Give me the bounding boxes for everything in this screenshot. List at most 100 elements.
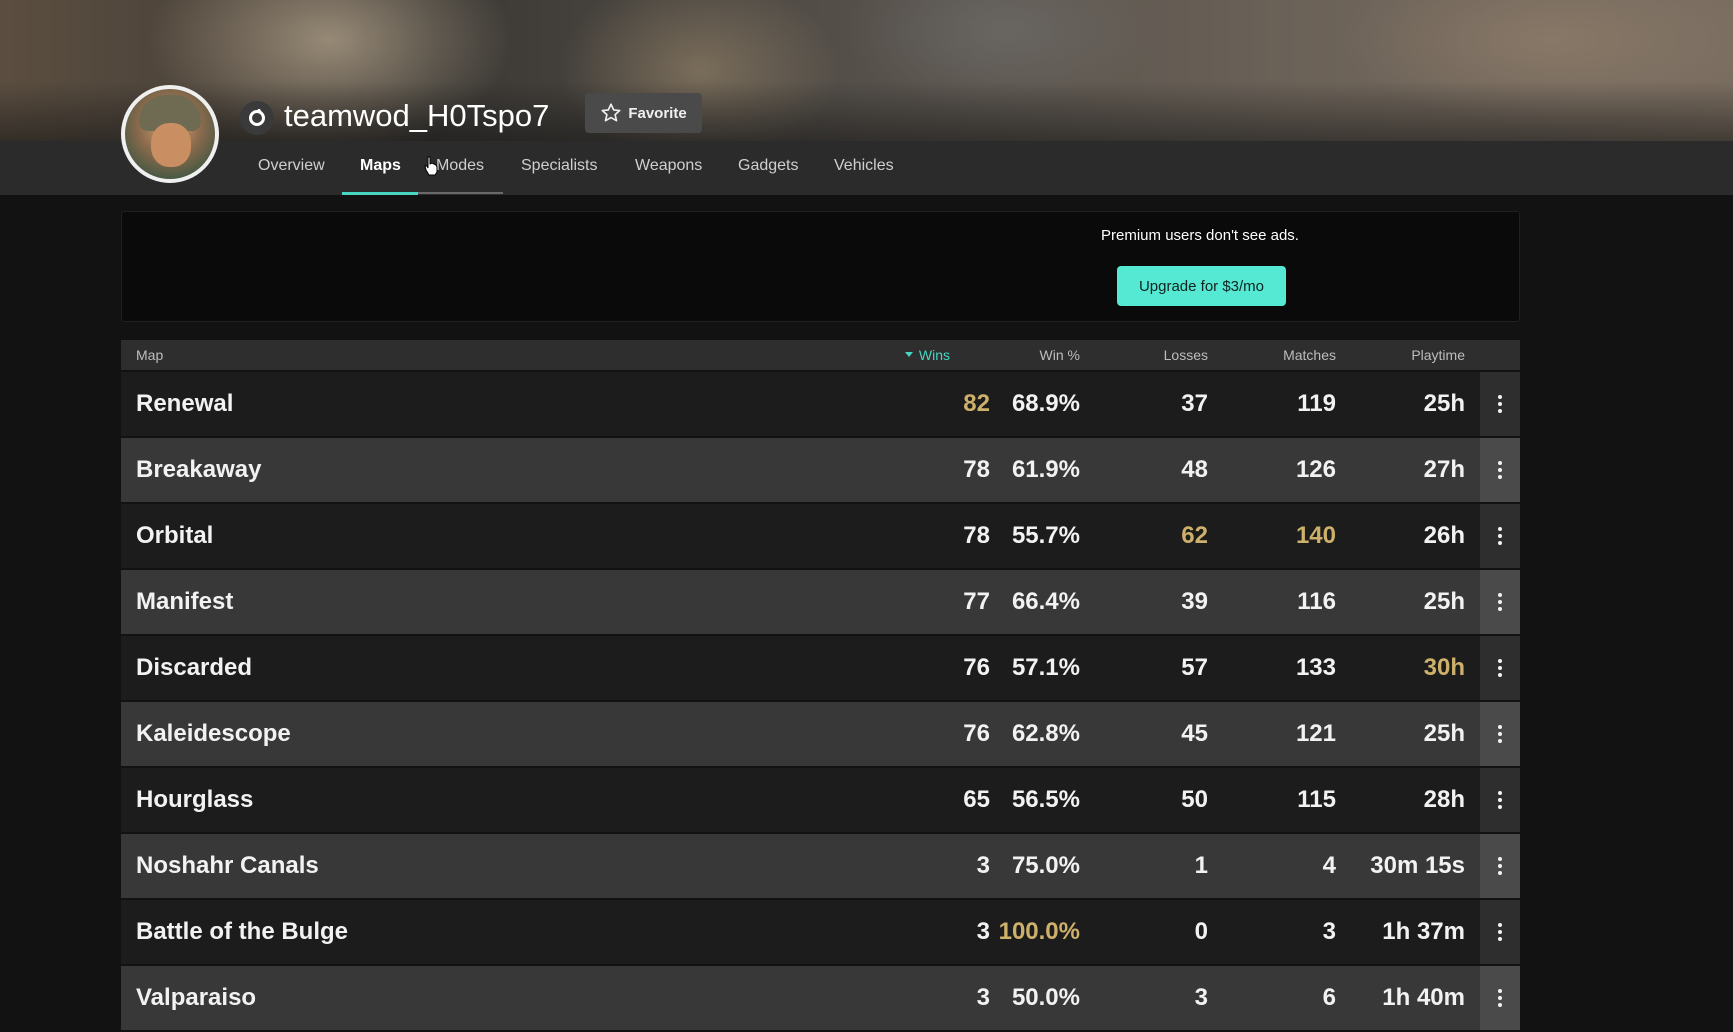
- table-row[interactable]: Orbital 78 55.7% 62 140 26h: [121, 504, 1520, 568]
- cell-playtime: 27h: [1423, 456, 1465, 483]
- cell-matches: 115: [1297, 786, 1336, 813]
- cell-losses: 37: [1181, 390, 1208, 417]
- dot: [1498, 468, 1502, 472]
- avatar: [121, 85, 219, 183]
- column-header-wins[interactable]: Wins: [904, 340, 950, 370]
- cell-wins: 76: [963, 654, 990, 681]
- column-header-playtime[interactable]: Playtime: [1411, 340, 1465, 370]
- dot: [1498, 805, 1502, 809]
- table-row[interactable]: Discarded 76 57.1% 57 133 30h: [121, 636, 1520, 700]
- cell-win-pct: 68.9%: [1011, 390, 1080, 417]
- cell-losses: 48: [1181, 456, 1208, 483]
- map-name: Hourglass: [136, 786, 254, 813]
- origin-icon: [240, 101, 274, 135]
- dot: [1498, 673, 1502, 677]
- table-row[interactable]: Noshahr Canals 3 75.0% 1 4 30m 15s: [121, 834, 1520, 898]
- more-vertical-icon: [1498, 791, 1502, 809]
- row-menu-button[interactable]: [1480, 900, 1520, 964]
- row-menu-button[interactable]: [1480, 570, 1520, 634]
- dot: [1498, 1003, 1502, 1007]
- dot: [1498, 395, 1502, 399]
- table-header: Map Wins Win % Losses Matches Playtime: [121, 340, 1520, 370]
- tab-specialists[interactable]: Specialists: [521, 152, 597, 188]
- column-header-map[interactable]: Map: [136, 340, 163, 370]
- row-menu-button[interactable]: [1480, 438, 1520, 502]
- favorite-button[interactable]: Favorite: [585, 93, 702, 133]
- table-row[interactable]: Manifest 77 66.4% 39 116 25h: [121, 570, 1520, 634]
- map-name: Orbital: [136, 522, 214, 549]
- row-menu-button[interactable]: [1480, 702, 1520, 766]
- dot: [1498, 600, 1502, 604]
- table-row[interactable]: Battle of the Bulge 3 100.0% 0 3 1h 37m: [121, 900, 1520, 964]
- dot: [1498, 923, 1502, 927]
- cell-wins: 78: [963, 456, 990, 483]
- hand-cursor-icon: [424, 156, 438, 176]
- cell-win-pct: 62.8%: [1011, 720, 1080, 747]
- dot: [1498, 607, 1502, 611]
- table-row[interactable]: Kaleidescope 76 62.8% 45 121 25h: [121, 702, 1520, 766]
- cell-matches: 140: [1295, 522, 1336, 549]
- cell-win-pct: 61.9%: [1011, 456, 1080, 483]
- cell-playtime: 30m 15s: [1370, 852, 1465, 879]
- dot: [1498, 864, 1502, 868]
- dot: [1498, 666, 1502, 670]
- cell-win-pct: 75.0%: [1011, 852, 1080, 879]
- cell-wins: 65: [963, 786, 990, 813]
- table-row[interactable]: Renewal 82 68.9% 37 119 25h: [121, 372, 1520, 436]
- more-vertical-icon: [1498, 593, 1502, 611]
- cell-win-pct: 56.5%: [1011, 786, 1080, 813]
- cell-wins: 3: [976, 984, 990, 1011]
- row-menu-button[interactable]: [1480, 834, 1520, 898]
- cell-playtime: 26h: [1423, 522, 1465, 549]
- row-menu-button[interactable]: [1480, 372, 1520, 436]
- cell-losses: 39: [1181, 588, 1208, 615]
- dot: [1498, 725, 1502, 729]
- upgrade-button[interactable]: Upgrade for $3/mo: [1117, 266, 1286, 306]
- origin-logo-svg: [249, 109, 265, 126]
- column-header-win-pct[interactable]: Win %: [1040, 340, 1080, 370]
- tab-gadgets[interactable]: Gadgets: [738, 152, 798, 188]
- column-header-matches[interactable]: Matches: [1283, 340, 1336, 370]
- cell-matches: 133: [1295, 654, 1336, 681]
- tab-modes[interactable]: Modes: [436, 152, 484, 188]
- tab-weapons[interactable]: Weapons: [635, 152, 702, 188]
- dot: [1498, 798, 1502, 802]
- map-name: Discarded: [136, 654, 253, 681]
- table-row[interactable]: Hourglass 65 56.5% 50 115 28h: [121, 768, 1520, 832]
- column-header-losses[interactable]: Losses: [1164, 340, 1208, 370]
- cell-playtime: 25h: [1423, 588, 1465, 615]
- ad-message: Premium users don't see ads.: [1101, 227, 1299, 244]
- cell-matches: 119: [1297, 390, 1336, 417]
- username: teamwod_H0Tspo7: [284, 98, 550, 133]
- cell-losses: 62: [1181, 522, 1208, 549]
- row-menu-button[interactable]: [1480, 966, 1520, 1030]
- cell-win-pct: 66.4%: [1011, 588, 1080, 615]
- sort-desc-icon: [904, 352, 913, 357]
- row-menu-button[interactable]: [1480, 636, 1520, 700]
- dot: [1498, 996, 1502, 1000]
- table-row[interactable]: Valparaiso 3 50.0% 3 6 1h 40m: [121, 966, 1520, 1030]
- map-name: Valparaiso: [136, 984, 257, 1011]
- row-menu-button[interactable]: [1480, 504, 1520, 568]
- cell-matches: 4: [1322, 852, 1336, 879]
- dot: [1498, 402, 1502, 406]
- more-vertical-icon: [1498, 725, 1502, 743]
- cell-win-pct: 57.1%: [1011, 654, 1080, 681]
- tab-vehicles[interactable]: Vehicles: [834, 152, 894, 188]
- more-vertical-icon: [1498, 989, 1502, 1007]
- tab-overview[interactable]: Overview: [258, 152, 325, 188]
- map-name: Manifest: [136, 588, 234, 615]
- hover-tab-indicator: [418, 192, 503, 194]
- dot: [1498, 593, 1502, 597]
- row-menu-button[interactable]: [1480, 768, 1520, 832]
- dot: [1498, 527, 1502, 531]
- dot: [1498, 937, 1502, 941]
- column-header-wins-label: Wins: [918, 347, 950, 363]
- cell-losses: 0: [1194, 918, 1208, 945]
- cell-win-pct: 100.0%: [998, 918, 1080, 945]
- cell-playtime: 1h 40m: [1382, 984, 1465, 1011]
- more-vertical-icon: [1498, 659, 1502, 677]
- table-row[interactable]: Breakaway 78 61.9% 48 126 27h: [121, 438, 1520, 502]
- tab-maps[interactable]: Maps: [360, 152, 401, 188]
- avatar-face: [151, 123, 191, 167]
